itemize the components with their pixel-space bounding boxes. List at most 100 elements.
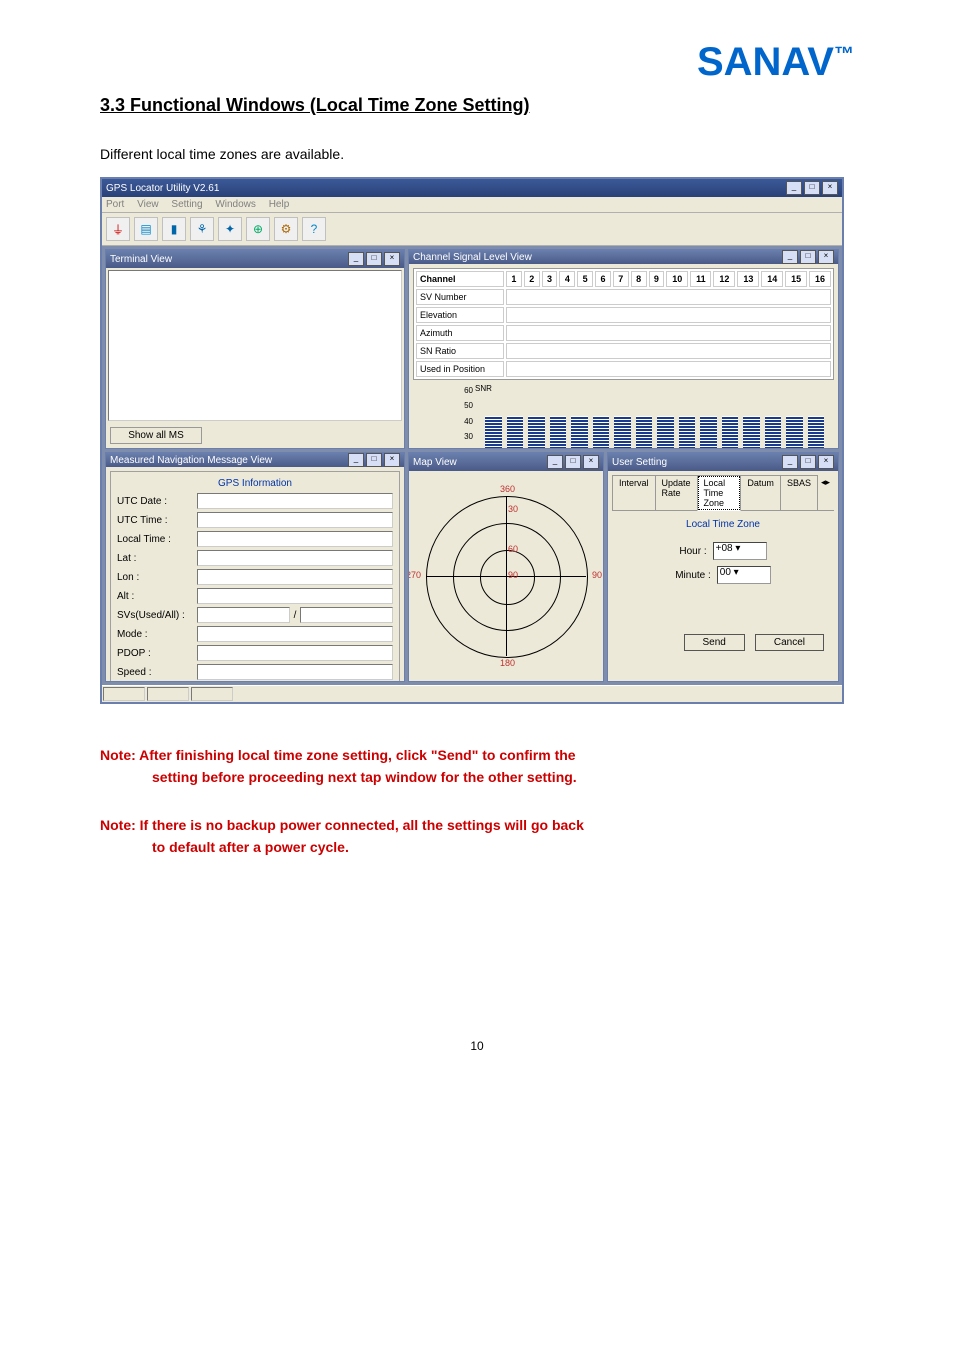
channel-table: Channel 12 34 56 78 910 1112 1314 1516 S…: [413, 268, 834, 380]
terminal-icon[interactable]: ▤: [134, 217, 158, 241]
minute-label: Minute :: [675, 570, 711, 581]
lon-label: Lon :: [117, 572, 197, 583]
menu-bar: Port View Setting Windows Help: [102, 197, 842, 213]
menu-setting[interactable]: Setting: [171, 199, 202, 210]
utc-date-field: [197, 493, 393, 509]
app-screenshot: GPS Locator Utility V2.61 _ □ × Port Vie…: [100, 177, 844, 704]
menu-port[interactable]: Port: [106, 199, 124, 210]
utc-time-label: UTC Time :: [117, 515, 197, 526]
svs-label: SVs(Used/All) :: [117, 610, 197, 621]
minute-select[interactable]: 00 ▾: [717, 566, 771, 584]
close-icon[interactable]: ×: [818, 250, 834, 264]
compass-icon[interactable]: ✦: [218, 217, 242, 241]
close-icon[interactable]: ×: [384, 453, 400, 467]
maximize-icon[interactable]: □: [800, 455, 816, 469]
channel-title: Channel Signal Level View: [413, 252, 532, 263]
speed-field: [197, 664, 393, 680]
minimize-icon[interactable]: _: [782, 455, 798, 469]
status-bar: [102, 685, 842, 702]
minimize-icon[interactable]: _: [348, 453, 364, 467]
alt-field: [197, 588, 393, 604]
tab-sbas[interactable]: SBAS: [780, 475, 818, 510]
settings-tabs: Interval Update Rate Local Time Zone Dat…: [612, 475, 834, 511]
row-snratio: SN Ratio: [416, 343, 504, 359]
map-title: Map View: [413, 457, 457, 468]
close-icon[interactable]: ×: [822, 181, 838, 195]
user-setting-title: User Setting: [612, 457, 667, 468]
maximize-icon[interactable]: □: [366, 252, 382, 266]
minimize-icon[interactable]: _: [348, 252, 364, 266]
satellite-icon[interactable]: ⚘: [190, 217, 214, 241]
tab-interval[interactable]: Interval: [612, 475, 656, 510]
mode-label: Mode :: [117, 629, 197, 640]
cancel-button[interactable]: Cancel: [755, 634, 824, 651]
show-all-button[interactable]: Show all MS: [110, 427, 202, 444]
hour-label: Hour :: [679, 546, 706, 557]
gps-info-header: GPS Information: [117, 478, 393, 489]
maximize-icon[interactable]: □: [804, 181, 820, 195]
row-usedpos: Used in Position: [416, 361, 504, 377]
page-number: 10: [100, 1039, 854, 1053]
utc-time-field: [197, 512, 393, 528]
menu-windows[interactable]: Windows: [215, 199, 256, 210]
user-setting-window: User Setting _ □ × Interval Update Rate …: [607, 452, 839, 682]
note-1: Note: After finishing local time zone se…: [100, 744, 854, 789]
close-icon[interactable]: ×: [384, 252, 400, 266]
close-icon[interactable]: ×: [583, 455, 599, 469]
menu-view[interactable]: View: [137, 199, 159, 210]
lat-field: [197, 550, 393, 566]
toolbar: ⏚ ▤ ▮ ⚘ ✦ ⊕ ⚙ ?: [102, 213, 842, 246]
plug-icon[interactable]: ⏚: [106, 217, 130, 241]
utc-date-label: UTC Date :: [117, 496, 197, 507]
minimize-icon[interactable]: _: [547, 455, 563, 469]
maximize-icon[interactable]: □: [366, 453, 382, 467]
help-icon[interactable]: ?: [302, 217, 326, 241]
globe-icon[interactable]: ⊕: [246, 217, 270, 241]
map-window: Map View _ □ ×: [408, 452, 604, 682]
tab-update-rate[interactable]: Update Rate: [655, 475, 698, 510]
alt-label: Alt :: [117, 591, 197, 602]
brand-logo: SANAV™: [100, 40, 854, 85]
compass-display: 360 90 180 270 30 60 90: [426, 496, 586, 656]
local-time-label: Local Time :: [117, 534, 197, 545]
pdop-label: PDOP :: [117, 648, 197, 659]
chart-icon[interactable]: ▮: [162, 217, 186, 241]
tab-local-time-zone[interactable]: Local Time Zone: [697, 475, 742, 511]
lat-label: Lat :: [117, 553, 197, 564]
minimize-icon[interactable]: _: [782, 250, 798, 264]
channel-window: Channel Signal Level View _ □ × Channel …: [408, 249, 839, 449]
note-2: Note: If there is no backup power connec…: [100, 814, 854, 859]
row-elevation: Elevation: [416, 307, 504, 323]
channel-col-header: Channel: [416, 271, 504, 287]
intro-text: Different local time zones are available…: [100, 146, 854, 162]
row-svnumber: SV Number: [416, 289, 504, 305]
svs-all-field: [300, 607, 393, 623]
app-title: GPS Locator Utility V2.61: [106, 183, 219, 194]
send-button[interactable]: Send: [684, 634, 745, 651]
tab-scroll-icon[interactable]: ◂▸: [817, 475, 834, 510]
minimize-icon[interactable]: _: [786, 181, 802, 195]
close-icon[interactable]: ×: [818, 455, 834, 469]
terminal-output: [108, 270, 402, 421]
gps-info-panel: GPS Information UTC Date : UTC Time : Lo…: [110, 471, 400, 682]
snr-chart: SNR 60 50 40 30 20: [413, 386, 834, 449]
nav-title: Measured Navigation Message View: [110, 455, 272, 466]
pdop-field: [197, 645, 393, 661]
maximize-icon[interactable]: □: [800, 250, 816, 264]
main-titlebar: GPS Locator Utility V2.61 _ □ ×: [102, 179, 842, 197]
menu-help[interactable]: Help: [269, 199, 290, 210]
tab-datum[interactable]: Datum: [740, 475, 781, 510]
maximize-icon[interactable]: □: [565, 455, 581, 469]
svs-used-field: [197, 607, 290, 623]
row-azimuth: Azimuth: [416, 325, 504, 341]
settings-icon[interactable]: ⚙: [274, 217, 298, 241]
terminal-title: Terminal View: [110, 254, 172, 265]
terminal-window: Terminal View _ □ × Show all MS: [105, 249, 405, 449]
section-heading: 3.3 Functional Windows (Local Time Zone …: [100, 95, 854, 116]
nav-window: Measured Navigation Message View _ □ × G…: [105, 452, 405, 682]
hour-select[interactable]: +08 ▾: [713, 542, 767, 560]
panel-heading: Local Time Zone: [612, 519, 834, 530]
mode-field: [197, 626, 393, 642]
local-time-field: [197, 531, 393, 547]
speed-label: Speed :: [117, 667, 197, 678]
